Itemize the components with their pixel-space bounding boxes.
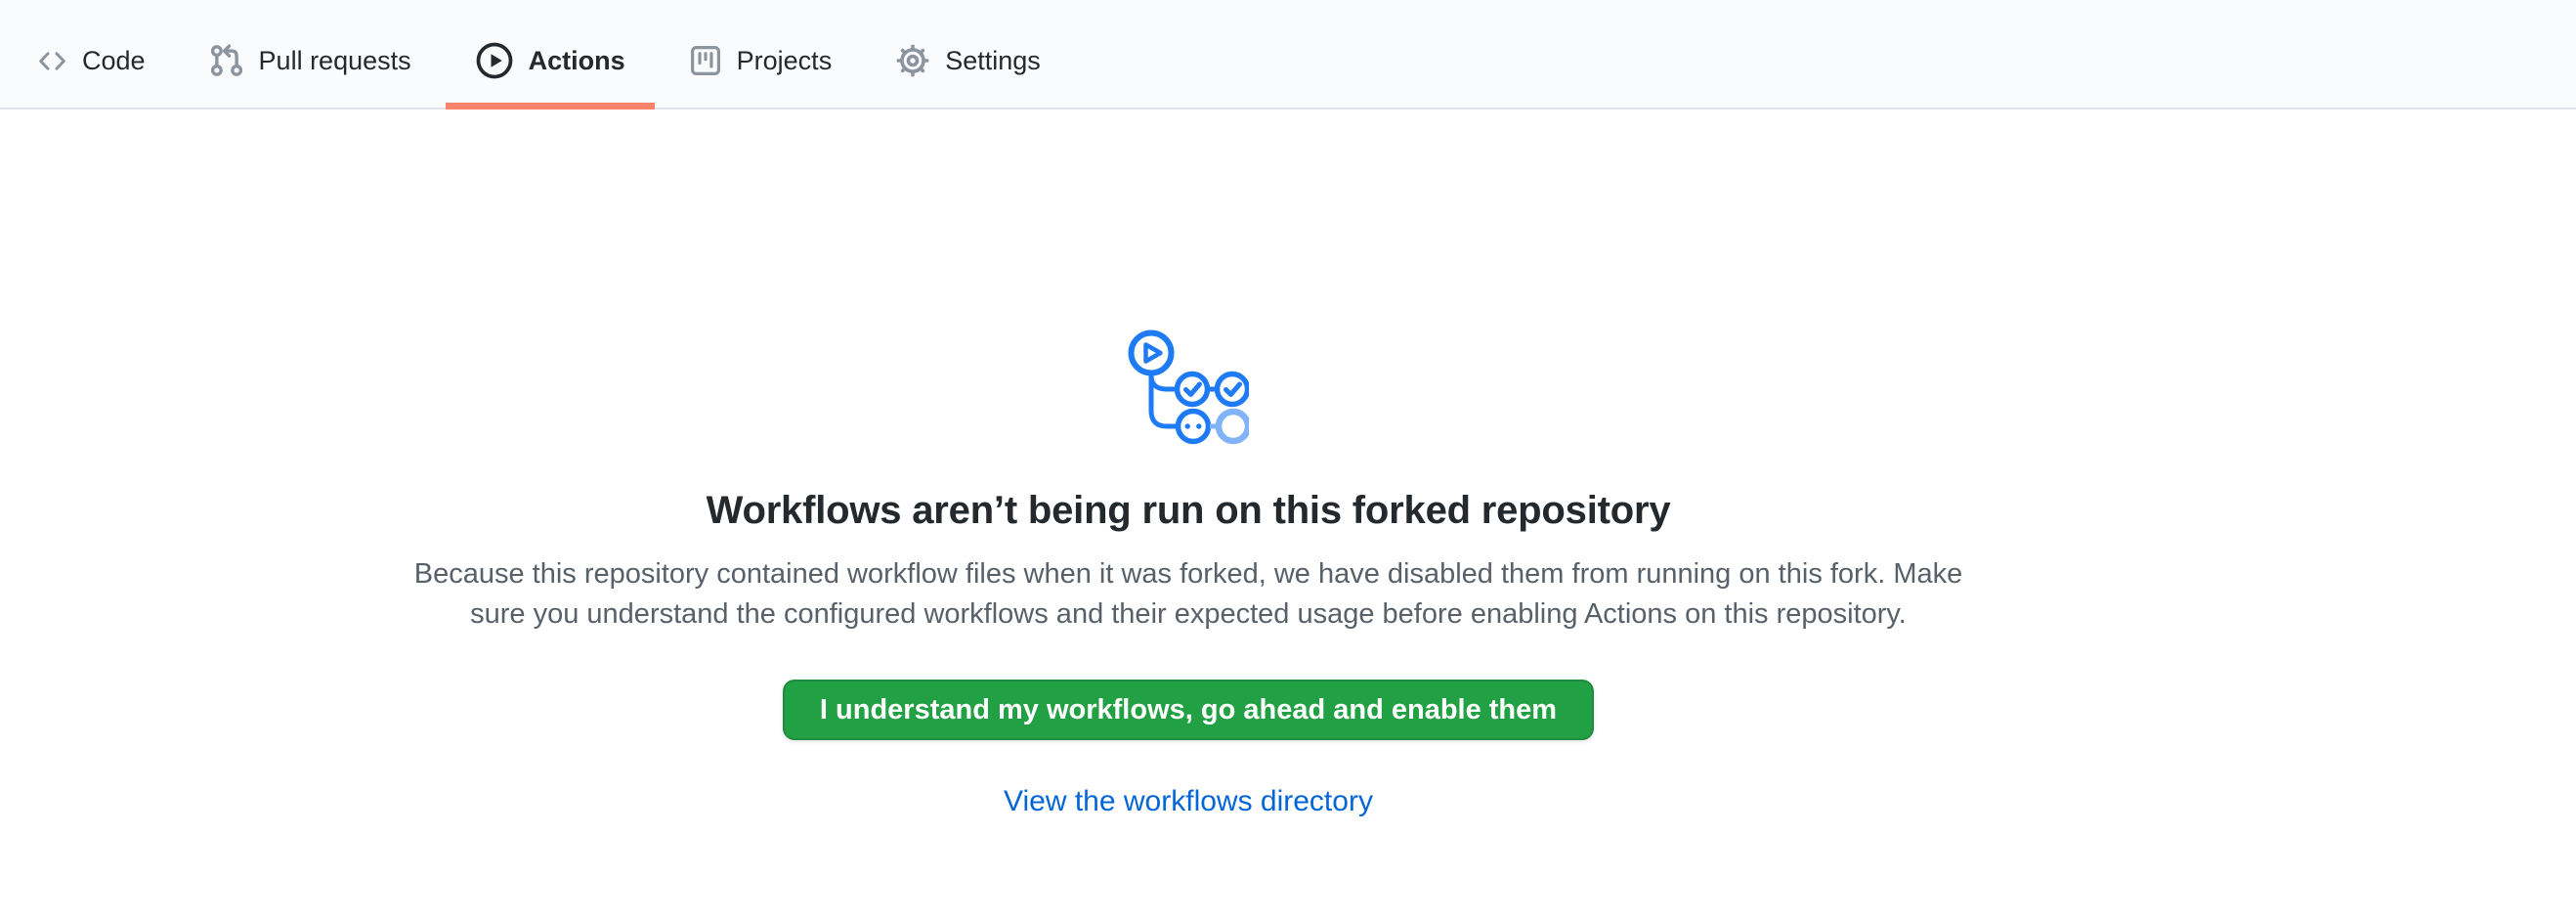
tab-actions[interactable]: Actions [446, 0, 655, 108]
tab-projects[interactable]: Projects [660, 0, 862, 108]
git-pull-request-icon [209, 42, 244, 79]
tab-label: Settings [945, 48, 1041, 74]
tab-label: Projects [737, 48, 833, 74]
play-icon [475, 41, 514, 80]
empty-state-title: Workflows aren’t being run on this forke… [707, 486, 1671, 535]
tab-pull-requests[interactable]: Pull requests [180, 0, 441, 108]
active-tab-underline [446, 103, 655, 110]
view-workflows-directory-link[interactable]: View the workflows directory [1004, 783, 1373, 820]
description-line-2: sure you understand the configured workf… [470, 598, 1907, 630]
workflow-graph-icon [1128, 329, 1249, 445]
tab-code[interactable]: Code [8, 0, 175, 108]
description-line-1: Because this repository contained workfl… [414, 558, 1963, 590]
repo-tab-nav: Code Pull requests Actions [0, 0, 2576, 110]
project-icon [689, 44, 722, 77]
actions-disabled-empty-state: Workflows aren’t being run on this forke… [0, 110, 2576, 820]
tab-label: Pull requests [259, 48, 411, 74]
gear-icon [895, 43, 930, 78]
enable-workflows-button[interactable]: I understand my workflows, go ahead and … [783, 680, 1594, 740]
tab-label: Actions [529, 48, 625, 74]
tab-settings[interactable]: Settings [866, 0, 1070, 108]
tab-label: Code [82, 48, 146, 74]
empty-state-description: Because this repository contained workfl… [414, 554, 1963, 635]
code-icon [37, 46, 67, 76]
